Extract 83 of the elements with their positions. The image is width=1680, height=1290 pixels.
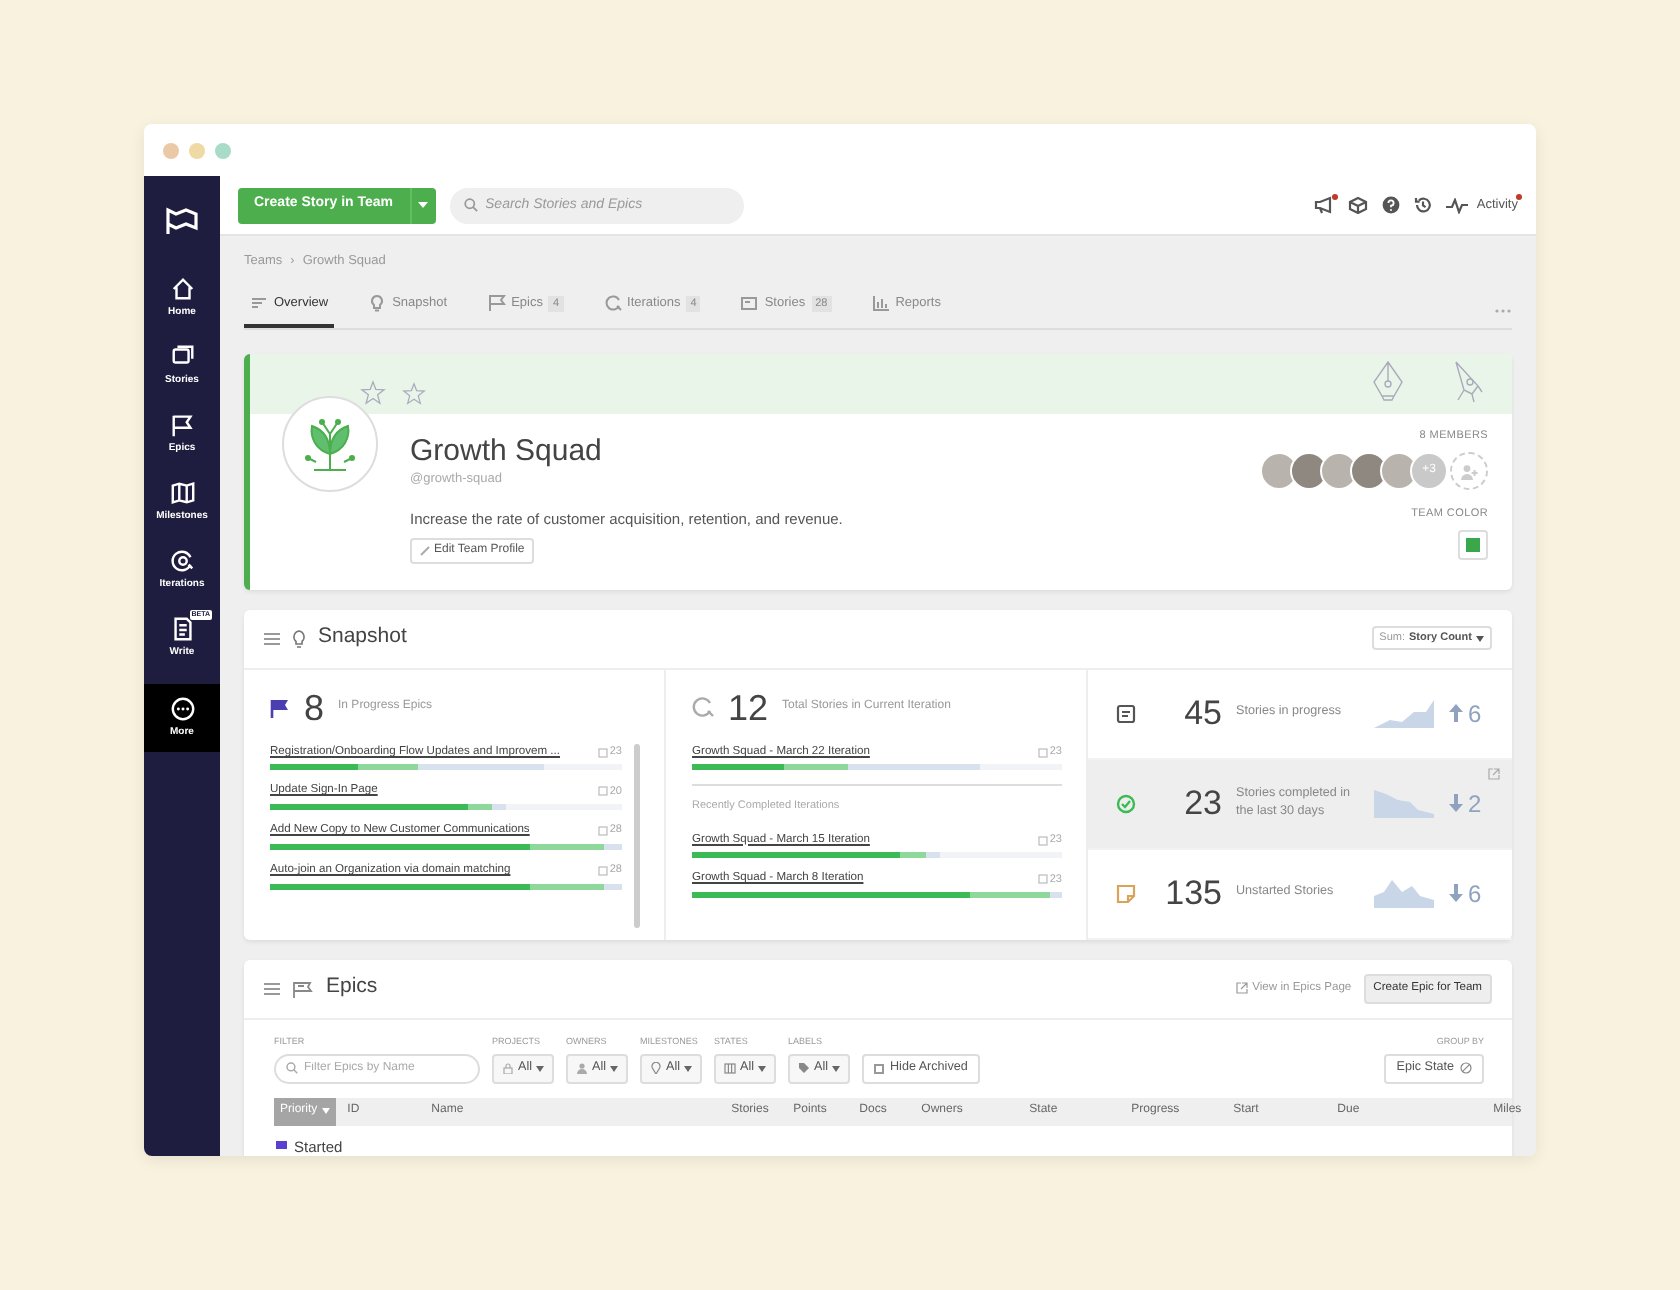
tag-icon [798,1062,810,1074]
external-link-icon [1236,982,1249,995]
more-icon [169,695,195,722]
home-icon [169,275,195,302]
flag-icon [274,1139,288,1154]
sparkline-chart [1374,789,1434,818]
section-title: Epics [326,972,378,1003]
caret-icon [1476,635,1484,642]
clear-icon [1460,1062,1472,1074]
document-icon [1037,835,1048,846]
star-doodle-icon [360,379,386,406]
pen-doodle-icon [1368,357,1408,402]
trend-change: 2 [1448,785,1482,822]
document-icon [597,865,608,876]
caret-icon [321,1108,330,1114]
pulse-icon [1446,197,1469,213]
document-icon [597,747,608,758]
stat-value: 23 [1182,786,1222,821]
sparkline-chart [1374,879,1434,908]
story-count-total: 12 [728,689,769,726]
search-icon [286,1062,298,1074]
caret-icon [832,1065,840,1071]
cards-icon [169,343,195,370]
avatar[interactable] [1290,452,1328,490]
sparkline-chart [1374,699,1434,728]
document-icon [597,825,608,836]
caret-icon [758,1065,766,1071]
team-color-picker[interactable] [1458,530,1488,561]
add-member-button[interactable] [1450,452,1488,490]
avatar[interactable] [1380,452,1418,490]
document-icon [1037,747,1048,758]
external-link-icon[interactable] [1488,767,1500,780]
pencil-icon [420,545,430,556]
check-circle-icon [1116,793,1136,814]
caret-icon [610,1065,618,1071]
document-icon [169,615,195,642]
section-title: Snapshot [318,622,407,653]
caret-icon [418,202,429,208]
avatar[interactable] [1260,452,1298,490]
flag-icon [487,294,506,313]
stat-value: 135 [1163,876,1222,911]
flag-icon [270,697,290,718]
flag-logo-icon [164,205,200,235]
trend-change: 6 [1448,695,1482,732]
document-icon [1037,874,1048,885]
cycle-icon [603,294,622,313]
card-icon [740,294,759,313]
scrollbar[interactable] [634,743,640,928]
card-icon [1116,703,1136,724]
star-doodle-icon [402,381,426,406]
bar-chart-icon [871,294,890,313]
flags-icon [292,979,314,998]
cycle-icon [692,696,714,719]
menu-icon[interactable] [264,631,280,646]
cube-icon[interactable] [1348,196,1369,214]
caret-icon [536,1065,544,1071]
person-plus-icon [1460,463,1478,479]
cycle-icon [169,547,195,574]
document-icon [597,786,608,797]
more-options-icon[interactable] [1494,307,1512,314]
menu-icon[interactable] [264,981,280,996]
flag-icon [169,411,195,438]
columns-icon [724,1062,736,1074]
lightbulb-icon [368,294,387,313]
lock-icon [502,1062,514,1074]
caret-icon [684,1065,692,1071]
epic-count: 8 [304,689,325,726]
avatar[interactable] [1350,452,1388,490]
lightbulb-icon [292,629,306,648]
pin-icon [650,1062,662,1074]
map-icon [169,479,195,506]
team-name: Growth Squad [410,433,604,470]
checkbox[interactable] [874,1063,884,1073]
lines-icon [250,294,268,313]
help-icon[interactable] [1382,196,1401,214]
search-icon [463,198,478,212]
megaphone-icon[interactable] [1314,196,1335,214]
note-icon [1116,883,1136,904]
trend-change: 6 [1448,875,1482,912]
avatar[interactable] [1320,452,1358,490]
person-icon [576,1062,588,1074]
stat-value: 45 [1182,696,1222,731]
history-icon[interactable] [1414,196,1433,214]
